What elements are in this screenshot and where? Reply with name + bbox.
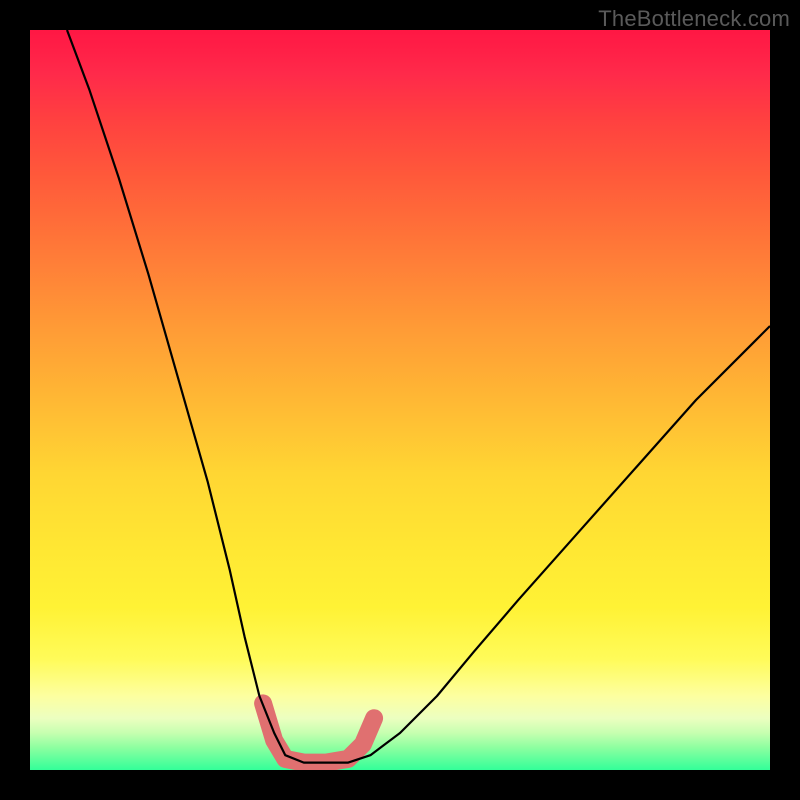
valley-highlight (263, 703, 374, 762)
plot-area (30, 30, 770, 770)
chart-stage: TheBottleneck.com (0, 0, 800, 800)
curve-layer (30, 30, 770, 770)
watermark-text: TheBottleneck.com (598, 6, 790, 32)
bottleneck-curve (67, 30, 770, 763)
